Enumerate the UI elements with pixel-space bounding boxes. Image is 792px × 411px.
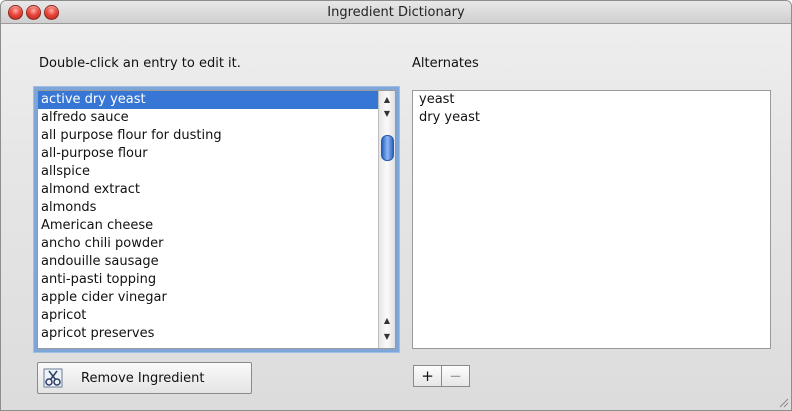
- instruction-label: Double-click an entry to edit it.: [39, 56, 241, 71]
- scissors-icon: [43, 368, 63, 388]
- ingredient-row[interactable]: anti-pasti topping: [38, 271, 378, 289]
- alternate-row[interactable]: dry yeast: [413, 109, 770, 127]
- ingredient-row[interactable]: apricot: [38, 307, 378, 325]
- ingredient-row[interactable]: almonds: [38, 199, 378, 217]
- remove-ingredient-label: Remove Ingredient: [81, 371, 205, 386]
- add-alternate-button[interactable]: +: [413, 365, 442, 387]
- alternates-list[interactable]: yeast dry yeast: [412, 90, 771, 349]
- remove-ingredient-button[interactable]: Remove Ingredient: [37, 362, 252, 394]
- scroll-up-arrow-bottom-icon[interactable]: ▲: [379, 313, 395, 328]
- ingredient-list-scrollbar[interactable]: ▲ ▼ ▲ ▼: [378, 91, 395, 348]
- resize-grip-icon[interactable]: [777, 396, 789, 408]
- ingredient-row[interactable]: apple cider vinegar: [38, 289, 378, 307]
- ingredient-row[interactable]: alfredo sauce: [38, 109, 378, 127]
- remove-alternate-button[interactable]: −: [441, 365, 470, 387]
- ingredient-row[interactable]: all purpose flour for dusting: [38, 127, 378, 145]
- ingredient-row[interactable]: American cheese: [38, 217, 378, 235]
- ingredient-row[interactable]: ancho chili powder: [38, 235, 378, 253]
- title-bar: Ingredient Dictionary: [1, 1, 791, 24]
- ingredient-row[interactable]: andouille sausage: [38, 253, 378, 271]
- ingredient-list[interactable]: active dry yeast alfredo sauce all purpose…: [37, 90, 396, 349]
- selected-ingredient-row[interactable]: active dry yeast: [38, 91, 378, 109]
- alternates-label: Alternates: [412, 56, 479, 71]
- scroll-thumb[interactable]: [381, 135, 394, 161]
- window-title: Ingredient Dictionary: [327, 5, 465, 20]
- ingredient-dictionary-window: Ingredient Dictionary Double-click an en…: [0, 0, 792, 411]
- scroll-up-arrow-icon[interactable]: ▲: [379, 92, 395, 107]
- scroll-down-arrow-icon[interactable]: ▼: [379, 106, 395, 121]
- ingredient-list-rows: active dry yeast alfredo sauce all purpose…: [38, 91, 378, 348]
- ingredient-row[interactable]: allspice: [38, 163, 378, 181]
- alternate-row[interactable]: yeast: [413, 91, 770, 109]
- scroll-down-arrow-bottom-icon[interactable]: ▼: [379, 329, 395, 344]
- ingredient-row[interactable]: almond extract: [38, 181, 378, 199]
- ingredient-row[interactable]: all-purpose flour: [38, 145, 378, 163]
- ingredient-row[interactable]: apricot preserves: [38, 325, 378, 343]
